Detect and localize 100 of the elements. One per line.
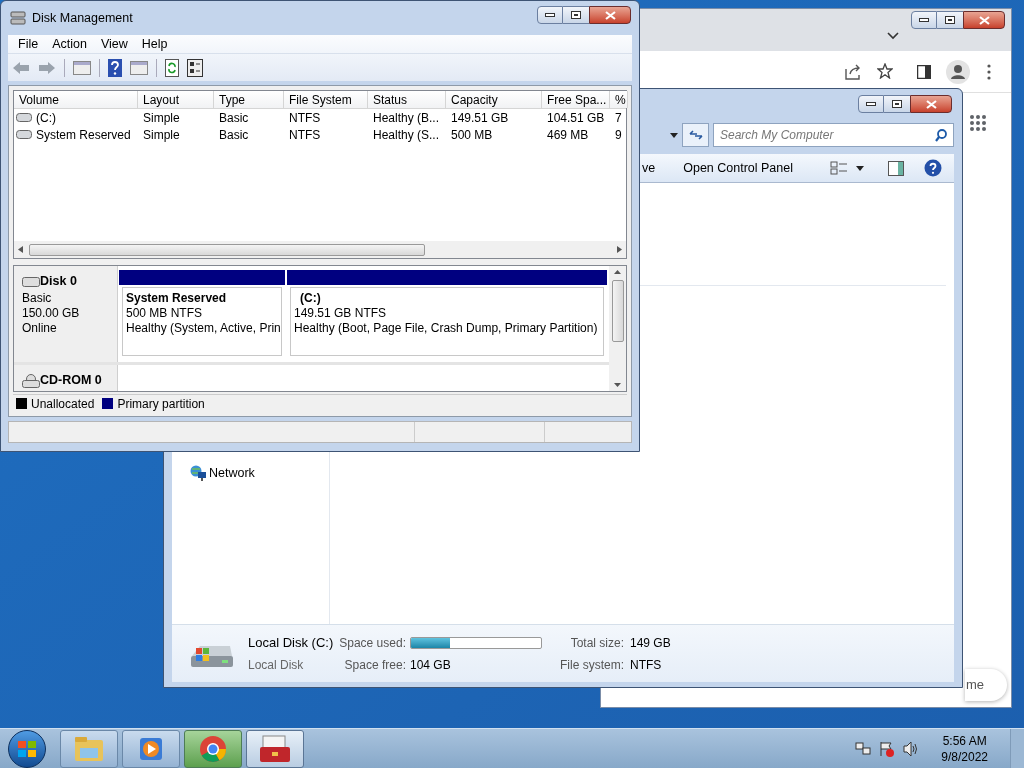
view-options-icon: [830, 161, 848, 175]
minimize-button[interactable]: [537, 6, 563, 24]
scroll-right-icon: [617, 246, 622, 254]
taskbar-button[interactable]: [184, 729, 242, 768]
taskbar-button[interactable]: [246, 729, 304, 768]
close-icon: [925, 99, 937, 109]
action-center-flag-icon: [879, 740, 896, 757]
star-icon: [877, 63, 893, 79]
menu-item[interactable]: File: [12, 34, 45, 54]
back-arrow-icon: [12, 60, 30, 75]
nav-item[interactable]: Network: [209, 464, 255, 483]
scroll-left-icon: [18, 246, 23, 254]
close-button[interactable]: [589, 6, 631, 24]
column-header[interactable]: Volume: [14, 91, 138, 108]
network-icon: [190, 465, 206, 482]
start-button[interactable]: [8, 729, 46, 768]
partition-name: (C:): [299, 291, 322, 307]
minimize-icon: [919, 18, 929, 22]
scroll-thumb[interactable]: [29, 243, 425, 256]
side-panel-icon: [917, 65, 931, 79]
restore-icon: [945, 16, 955, 24]
partition-status: Healthy (System, Active, Prin: [126, 321, 278, 337]
restore-icon: [892, 100, 902, 108]
table-cell-text: 9: [615, 126, 622, 144]
maximize-button[interactable]: [884, 95, 910, 113]
disk-info: Basic: [22, 291, 53, 307]
disk-info: Online: [22, 321, 58, 337]
command-button[interactable]: Open Control Panel: [682, 158, 794, 178]
command-button[interactable]: ve: [641, 158, 657, 178]
cd-drive-icon: [22, 373, 40, 388]
disk-name: Disk 0: [40, 273, 77, 291]
forward-arrow-icon: [38, 60, 56, 75]
field-value: 104 GB: [409, 656, 452, 674]
minimize-button[interactable]: [858, 95, 884, 113]
menu-item[interactable]: Help: [135, 34, 174, 54]
dropdown-arrow-icon: [670, 132, 678, 138]
legend-label: Unallocated: [31, 395, 95, 413]
search-field[interactable]: Search My Computer: [713, 123, 954, 147]
legend-label: Primary partition: [117, 395, 205, 413]
close-button[interactable]: [910, 95, 952, 113]
minimize-icon: [545, 13, 555, 17]
properties-icon: [187, 58, 203, 77]
profile-icon: [946, 60, 970, 84]
table-cell-text: Healthy (S...: [373, 126, 440, 144]
drive-icon: [16, 113, 32, 122]
field-label: Total size:: [569, 634, 624, 652]
table-cell-text: NTFS: [289, 109, 321, 127]
horizontal-scrollbar[interactable]: [14, 241, 626, 259]
taskbar-button[interactable]: [122, 729, 180, 768]
minimize-button[interactable]: [911, 11, 937, 29]
help-icon: [108, 58, 122, 77]
scroll-thumb[interactable]: [611, 280, 624, 343]
media-player-icon: [138, 735, 164, 762]
menu-item[interactable]: Action: [46, 34, 93, 54]
table-cell-text: System Reserved: [36, 126, 131, 144]
column-header[interactable]: File System: [284, 91, 368, 108]
table-cell-text: (C:): [36, 109, 56, 127]
refresh-button[interactable]: [682, 123, 709, 147]
maximize-button[interactable]: [563, 6, 589, 24]
dropdown-arrow-icon: [856, 165, 864, 171]
disk-info: 150.00 GB: [22, 306, 81, 322]
clock-time[interactable]: 5:56 AM: [942, 732, 987, 749]
taskbar-button[interactable]: [60, 729, 118, 768]
chevron-down-icon: [887, 32, 899, 40]
vertical-scrollbar[interactable]: [609, 266, 626, 391]
scroll-down-icon: [614, 383, 621, 387]
table-cell-text: Simple: [143, 109, 180, 127]
column-header[interactable]: Status: [368, 91, 446, 108]
close-icon: [604, 10, 616, 20]
menu-item[interactable]: View: [94, 34, 134, 54]
speaker-icon: [903, 740, 920, 757]
column-header[interactable]: Layout: [138, 91, 214, 108]
column-header[interactable]: Capacity: [446, 91, 542, 108]
close-button[interactable]: [963, 11, 1005, 29]
disk-name: CD-ROM 0: [40, 372, 102, 390]
window-title: Disk Management: [32, 9, 134, 27]
apps-grid-icon: [970, 115, 986, 131]
column-header[interactable]: Type: [214, 91, 284, 108]
minimize-icon: [866, 102, 876, 106]
field-label: Space used:: [339, 634, 406, 652]
field-value: 149 GB: [630, 634, 671, 652]
chrome-icon: [199, 734, 227, 763]
column-header[interactable]: Free Spa...: [542, 91, 610, 108]
drive-name: Local Disk (C:): [248, 633, 334, 652]
pill-button[interactable]: me: [965, 669, 1007, 701]
table-cell-text: 104.51 GB: [547, 109, 605, 127]
toolbox-icon: [259, 734, 291, 763]
clock-date[interactable]: 9/8/2022: [941, 748, 988, 765]
help-icon: [924, 159, 942, 177]
preview-pane-icon: [888, 160, 904, 176]
table-cell-text: 469 MB: [547, 126, 589, 144]
table-cell-text: Basic: [219, 109, 249, 127]
refresh-icon: [165, 58, 179, 77]
drive-type: Local Disk: [248, 657, 305, 675]
show-hide-action-pane-icon: [130, 60, 148, 75]
maximize-button[interactable]: [937, 11, 963, 29]
column-header[interactable]: %: [610, 91, 628, 108]
table-cell-text: Healthy (B...: [373, 109, 440, 127]
search-icon: [935, 129, 947, 142]
table-cell-text: 500 MB: [451, 126, 493, 144]
